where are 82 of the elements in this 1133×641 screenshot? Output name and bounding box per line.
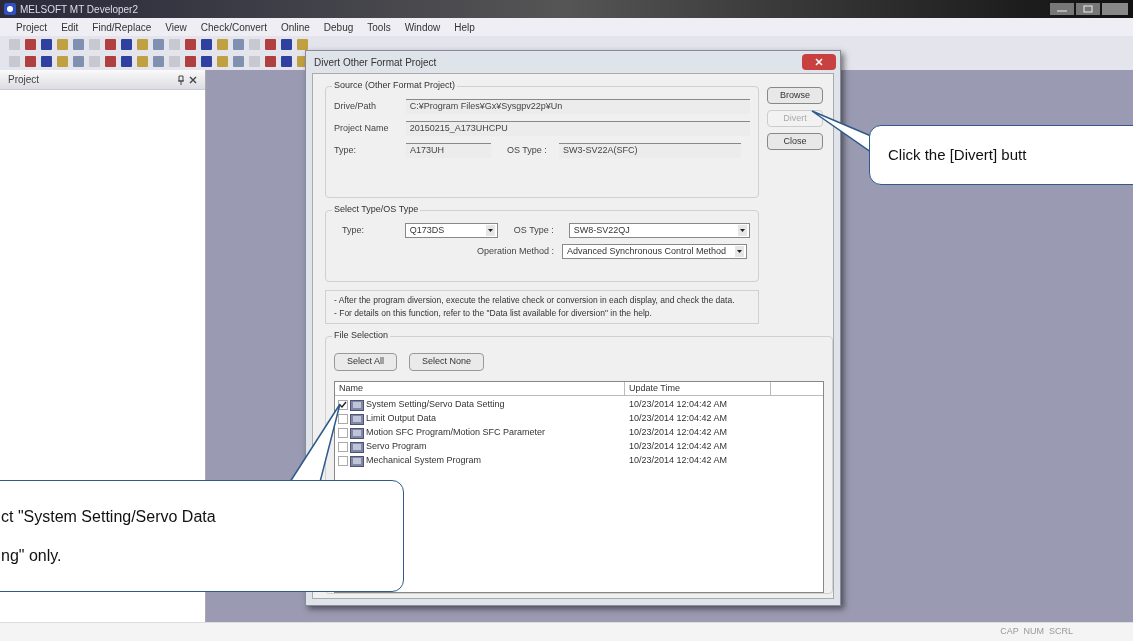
note-text: - For details on this function, refer to the "Data list available for diversion" in the help. <box>334 308 653 319</box>
data-icon <box>350 441 364 453</box>
app-icon <box>4 3 16 15</box>
update-time: 10/23/2014 12:04:42 AM <box>628 454 729 468</box>
column-header: Name <box>335 382 625 395</box>
dropdown[interactable]: SW8-SV22QJ <box>568 223 750 238</box>
field-label: Type: <box>342 223 365 237</box>
menu-item[interactable]: Edit <box>61 19 79 35</box>
toolbar-icon[interactable] <box>120 38 133 51</box>
toolbar-icon[interactable] <box>200 55 213 68</box>
menu-item[interactable]: Project <box>16 19 48 35</box>
close-icon <box>815 58 823 66</box>
update-time: 10/23/2014 12:04:42 AM <box>628 398 729 412</box>
field-label: Operation Method : <box>476 244 554 258</box>
data-icon <box>350 399 364 411</box>
field-label: Project Name <box>334 121 390 135</box>
dialog-title: Divert Other Format Project <box>314 55 438 70</box>
toolbar-icon[interactable] <box>40 55 53 68</box>
toolbar-icon[interactable] <box>280 38 293 51</box>
menu-item[interactable]: Find/Replace <box>92 19 152 35</box>
menu-item[interactable]: Debug <box>323 19 354 35</box>
menu-item[interactable]: Tools <box>367 19 391 35</box>
read-only-field: A173UH <box>406 143 491 158</box>
checkbox[interactable] <box>338 456 348 466</box>
checkbox[interactable] <box>338 414 348 424</box>
data-icon <box>350 455 364 467</box>
toolbar-icon[interactable] <box>120 55 133 68</box>
checkbox[interactable] <box>338 428 348 438</box>
file-name[interactable]: Servo Program <box>366 440 427 454</box>
toolbar-icon[interactable] <box>200 38 213 51</box>
checkbox[interactable] <box>338 442 348 452</box>
dropdown[interactable]: Advanced Synchronous Control Method <box>562 244 747 259</box>
window-title: MELSOFT MT Developer2 <box>20 2 138 17</box>
file-name[interactable]: Mechanical System Program <box>366 454 482 468</box>
read-only-field: SW3-SV22A(SFC) <box>559 143 741 158</box>
dialog-button[interactable]: Close <box>767 133 823 150</box>
close-icon[interactable] <box>189 75 197 84</box>
data-icon <box>350 413 364 425</box>
field-label: Drive/Path <box>334 99 378 113</box>
file-name[interactable]: Motion SFC Program/Motion SFC Parameter <box>366 426 546 440</box>
field-label: OS Type : <box>507 143 548 157</box>
update-time: 10/23/2014 12:04:42 AM <box>628 426 729 440</box>
toolbar-icon[interactable] <box>184 55 197 68</box>
update-time: 10/23/2014 12:04:42 AM <box>628 440 729 454</box>
toolbar-icon[interactable] <box>24 38 37 51</box>
window-controls-icon[interactable] <box>1049 2 1129 16</box>
pin-icon[interactable] <box>177 74 185 85</box>
menu-item[interactable]: Online <box>280 19 310 35</box>
data-icon <box>350 427 364 439</box>
group-title: File Selection <box>332 331 391 340</box>
dropdown[interactable]: Q173DS <box>404 223 498 238</box>
toolbar-icon[interactable] <box>104 55 117 68</box>
group-title: Select Type/OS Type <box>332 205 421 214</box>
file-name[interactable]: Limit Output Data <box>366 412 437 426</box>
status-indicators: CAP NUM SCRL <box>1000 625 1073 639</box>
toolbar-icon[interactable] <box>264 55 277 68</box>
group-title: Source (Other Format Project) <box>332 81 458 90</box>
dialog-button[interactable]: Browse <box>767 87 823 104</box>
toolbar-icon[interactable] <box>280 55 293 68</box>
field-label: Type: <box>334 143 357 157</box>
toolbar-icon[interactable] <box>40 38 53 51</box>
file-name[interactable]: System Setting/Servo Data Setting <box>366 398 505 412</box>
toolbar-icon[interactable] <box>184 38 197 51</box>
column-header: Update Time <box>625 382 771 395</box>
menu-item[interactable]: Window <box>404 19 441 35</box>
menu-item[interactable]: Help <box>454 19 475 35</box>
update-time: 10/23/2014 12:04:42 AM <box>628 412 729 426</box>
select-button[interactable]: Select All <box>334 353 398 371</box>
read-only-field: C:¥Program Files¥Gx¥Sysgpv22p¥Un <box>405 99 750 114</box>
toolbar-icon[interactable] <box>104 38 117 51</box>
menu-item[interactable]: View <box>165 19 187 35</box>
panel-title: Project <box>8 73 41 87</box>
close-button[interactable] <box>802 54 836 70</box>
menu-item[interactable]: Check/Convert <box>200 19 267 35</box>
callout-text: Click the [Divert] butt <box>888 144 1027 165</box>
callout-text: ct "System Setting/Servo Data ng" only. <box>1 507 216 566</box>
select-button[interactable]: Select None <box>409 353 485 371</box>
read-only-field: 20150215_A173UHCPU <box>405 121 750 136</box>
toolbar-icon[interactable] <box>24 55 37 68</box>
toolbar-icon[interactable] <box>264 38 277 51</box>
note-text: - After the program diversion, execute the relative check or conversion in each display, and check the data. <box>334 295 736 306</box>
field-label: OS Type : <box>513 223 555 237</box>
